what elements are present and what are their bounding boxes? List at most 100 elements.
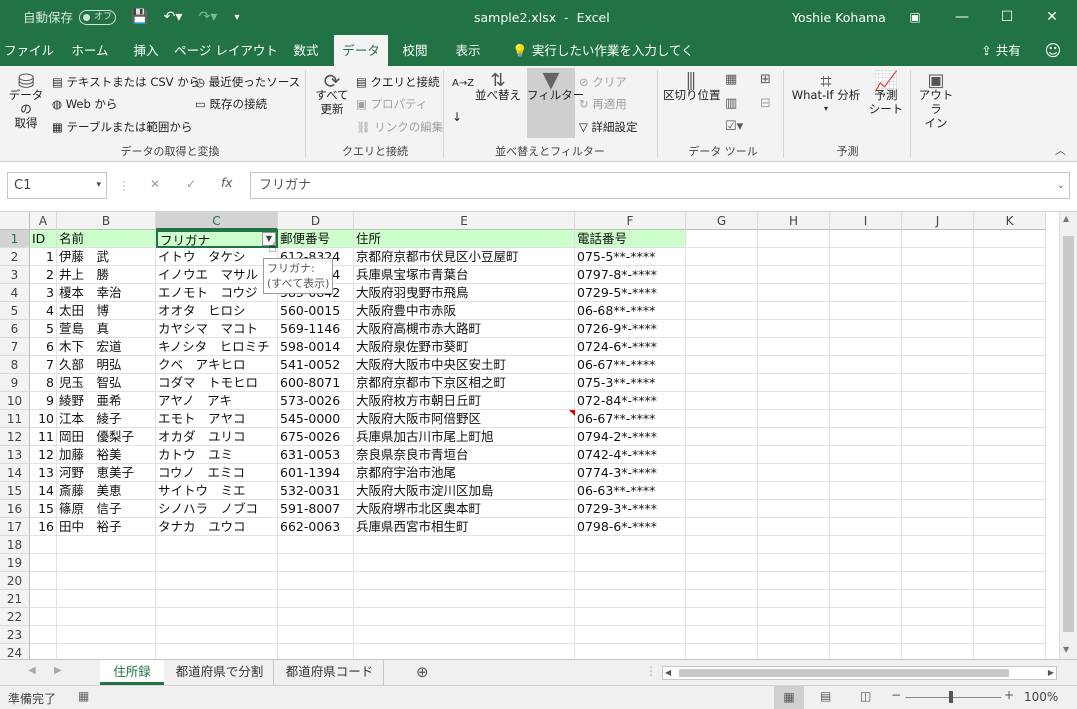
table-cell[interactable]: 榎本 幸治 (57, 284, 156, 302)
table-cell[interactable]: カヤシマ マコト (156, 320, 278, 338)
empty-cell[interactable] (830, 554, 902, 572)
row-header[interactable]: 12 (0, 428, 30, 446)
empty-cell[interactable] (758, 590, 830, 608)
empty-cell[interactable] (758, 230, 830, 248)
what-if-button[interactable]: ⌗ What-If 分析 ▾ (790, 71, 862, 116)
cancel-icon[interactable]: ✕ (150, 177, 160, 191)
formula-input[interactable]: フリガナ ⌄ (250, 172, 1070, 199)
empty-cell[interactable] (686, 230, 758, 248)
empty-cell[interactable] (830, 230, 902, 248)
empty-cell[interactable] (902, 644, 974, 659)
header-cell[interactable]: フリガナ (156, 230, 278, 248)
empty-cell[interactable] (686, 284, 758, 302)
header-cell[interactable]: 電話番号 (575, 230, 686, 248)
comment-indicator[interactable] (569, 410, 575, 416)
table-cell[interactable]: 8 (30, 374, 57, 392)
empty-cell[interactable] (758, 302, 830, 320)
table-cell[interactable]: 木下 宏道 (57, 338, 156, 356)
tab-file[interactable]: ファイル (0, 35, 58, 66)
empty-cell[interactable] (902, 266, 974, 284)
column-header[interactable]: B (57, 212, 156, 230)
scroll-right-icon[interactable]: ▶ (1048, 667, 1054, 679)
empty-cell[interactable] (686, 608, 758, 626)
advanced-filter-button[interactable]: ▽ 詳細設定 (579, 119, 638, 135)
table-cell[interactable]: 江本 綾子 (57, 410, 156, 428)
empty-cell[interactable] (974, 554, 1046, 572)
empty-cell[interactable] (758, 356, 830, 374)
column-header[interactable]: K (974, 212, 1046, 230)
empty-cell[interactable] (758, 392, 830, 410)
from-table-button[interactable]: ▦ テーブルまたは範囲から (52, 119, 192, 135)
empty-cell[interactable] (686, 536, 758, 554)
page-break-view-icon[interactable]: ◫ (860, 689, 871, 703)
table-cell[interactable]: 0794-2*-**** (575, 428, 686, 446)
empty-cell[interactable] (830, 410, 902, 428)
table-cell[interactable]: 601-1394 (278, 464, 354, 482)
table-cell[interactable]: 15 (30, 500, 57, 518)
normal-view-icon[interactable]: ▦ (774, 686, 804, 709)
empty-cell[interactable] (57, 572, 156, 590)
table-cell[interactable]: 伊藤 武 (57, 248, 156, 266)
empty-cell[interactable] (830, 608, 902, 626)
empty-cell[interactable] (830, 284, 902, 302)
empty-cell[interactable] (354, 590, 575, 608)
table-cell[interactable]: 0798-6*-**** (575, 518, 686, 536)
table-cell[interactable]: オカダ ユリコ (156, 428, 278, 446)
table-cell[interactable]: 662-0063 (278, 518, 354, 536)
empty-cell[interactable] (686, 482, 758, 500)
empty-cell[interactable] (354, 572, 575, 590)
table-cell[interactable]: 加藤 裕美 (57, 446, 156, 464)
prev-sheet-icon[interactable]: ◀ (28, 665, 36, 676)
customize-qat-icon[interactable]: ▾ (230, 0, 244, 35)
table-cell[interactable]: キノシタ ヒロミチ (156, 338, 278, 356)
table-cell[interactable]: 兵庫県宝塚市青葉台 (354, 266, 575, 284)
empty-cell[interactable] (354, 554, 575, 572)
table-cell[interactable]: 600-8071 (278, 374, 354, 392)
empty-cell[interactable] (278, 644, 354, 659)
table-cell[interactable]: 奈良県奈良市青垣台 (354, 446, 575, 464)
sheet-tab-split[interactable]: 都道府県で分割 (166, 660, 274, 685)
empty-cell[interactable] (902, 608, 974, 626)
empty-cell[interactable] (278, 536, 354, 554)
empty-cell[interactable] (57, 536, 156, 554)
table-cell[interactable]: コダマ トモヒロ (156, 374, 278, 392)
table-cell[interactable]: サイトウ ミエ (156, 482, 278, 500)
empty-cell[interactable] (575, 572, 686, 590)
empty-cell[interactable] (974, 482, 1046, 500)
empty-cell[interactable] (278, 554, 354, 572)
empty-cell[interactable] (758, 266, 830, 284)
table-cell[interactable]: 06-67**-**** (575, 356, 686, 374)
empty-cell[interactable] (830, 356, 902, 374)
table-cell[interactable]: 京都府宇治市池尾 (354, 464, 575, 482)
table-cell[interactable]: 0729-3*-**** (575, 500, 686, 518)
tab-review[interactable]: 校閲 (392, 35, 438, 66)
empty-cell[interactable] (974, 590, 1046, 608)
empty-cell[interactable] (974, 284, 1046, 302)
table-cell[interactable]: 598-0014 (278, 338, 354, 356)
table-cell[interactable]: 京都府京都市下京区相之町 (354, 374, 575, 392)
refresh-all-button[interactable]: ⟳ すべて 更新 (312, 71, 352, 116)
empty-cell[interactable] (830, 500, 902, 518)
empty-cell[interactable] (830, 590, 902, 608)
autosave-toggle[interactable]: オフ (79, 10, 116, 25)
empty-cell[interactable] (902, 518, 974, 536)
empty-cell[interactable] (830, 626, 902, 644)
table-cell[interactable]: 06-67**-**** (575, 410, 686, 428)
table-cell[interactable]: 532-0031 (278, 482, 354, 500)
from-text-csv-button[interactable]: ▤ テキストまたは CSV から (52, 74, 200, 90)
table-cell[interactable]: 大阪府高槻市赤大路町 (354, 320, 575, 338)
table-cell[interactable]: イトウ タケシ (156, 248, 278, 266)
row-header[interactable]: 11 (0, 410, 30, 428)
column-header[interactable]: A (30, 212, 57, 230)
table-cell[interactable]: 萱島 真 (57, 320, 156, 338)
empty-cell[interactable] (974, 644, 1046, 659)
table-cell[interactable]: カトウ ユミ (156, 446, 278, 464)
empty-cell[interactable] (758, 572, 830, 590)
properties-button[interactable]: ▣ プロパティ (356, 96, 427, 112)
empty-cell[interactable] (758, 320, 830, 338)
table-cell[interactable]: 7 (30, 356, 57, 374)
empty-cell[interactable] (830, 446, 902, 464)
table-cell[interactable]: 綾野 亜希 (57, 392, 156, 410)
empty-cell[interactable] (686, 518, 758, 536)
empty-cell[interactable] (686, 266, 758, 284)
